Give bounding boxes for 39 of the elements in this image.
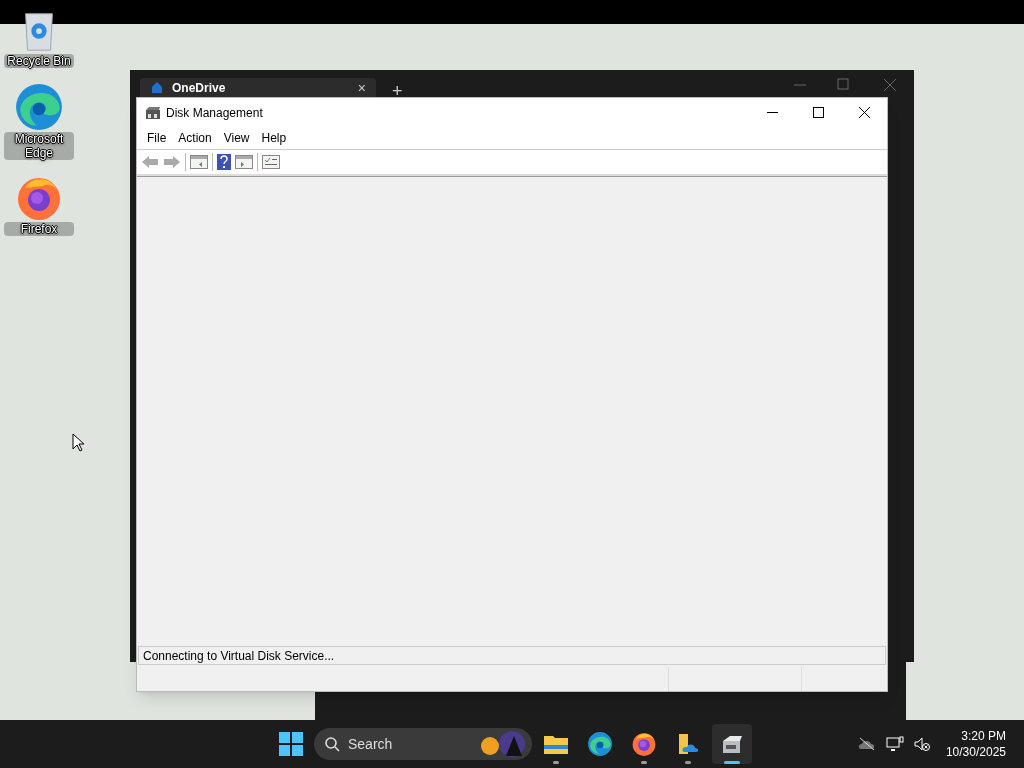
menu-item[interactable]: Help	[255, 129, 293, 147]
menu-item[interactable]: File	[141, 129, 173, 147]
cloud-folder-icon	[676, 732, 700, 756]
properties-icon[interactable]	[262, 155, 280, 169]
maximize-icon	[812, 107, 824, 118]
menu-item[interactable]: View	[217, 129, 256, 147]
running-indicator	[553, 761, 559, 764]
window-title: Disk Management	[166, 104, 263, 122]
browser-icon	[587, 731, 613, 757]
running-indicator	[724, 761, 740, 764]
browser-icon	[14, 82, 64, 132]
tab-title[interactable]: OneDrive	[172, 81, 226, 95]
clock-date: 10/30/2025	[945, 744, 1006, 760]
search-input[interactable]: Search	[348, 733, 468, 755]
disk-drive-icon	[720, 733, 744, 755]
browser-icon	[631, 731, 657, 757]
running-indicator	[685, 761, 691, 764]
clock-time: 3:20 PM	[961, 728, 1006, 744]
search-icon	[324, 736, 340, 752]
tab-close-button[interactable]: ×	[357, 81, 366, 95]
network-icon[interactable]	[885, 736, 904, 752]
folder-icon	[543, 733, 569, 755]
taskbar-app[interactable]	[712, 724, 752, 764]
close-icon	[858, 107, 870, 118]
cloud-offline-icon[interactable]	[857, 737, 876, 751]
minimize-icon	[766, 112, 778, 113]
panel-icon[interactable]	[190, 154, 208, 170]
new-tab-button[interactable]: +	[392, 82, 403, 100]
search-field[interactable]: Search	[314, 728, 532, 760]
windows-logo-icon	[279, 732, 303, 756]
running-indicator	[641, 761, 647, 764]
help-icon[interactable]	[217, 154, 231, 170]
mouse-cursor-icon	[72, 433, 84, 452]
speaker-muted-icon[interactable]	[913, 737, 930, 751]
status-text: Connecting to Virtual Disk Service...	[143, 647, 335, 665]
disk-drive-icon	[145, 105, 161, 120]
clock[interactable]: 3:20 PM 10/30/2025	[945, 728, 1006, 760]
panel-icon[interactable]	[235, 154, 253, 170]
menu-item[interactable]: Action	[172, 129, 218, 147]
